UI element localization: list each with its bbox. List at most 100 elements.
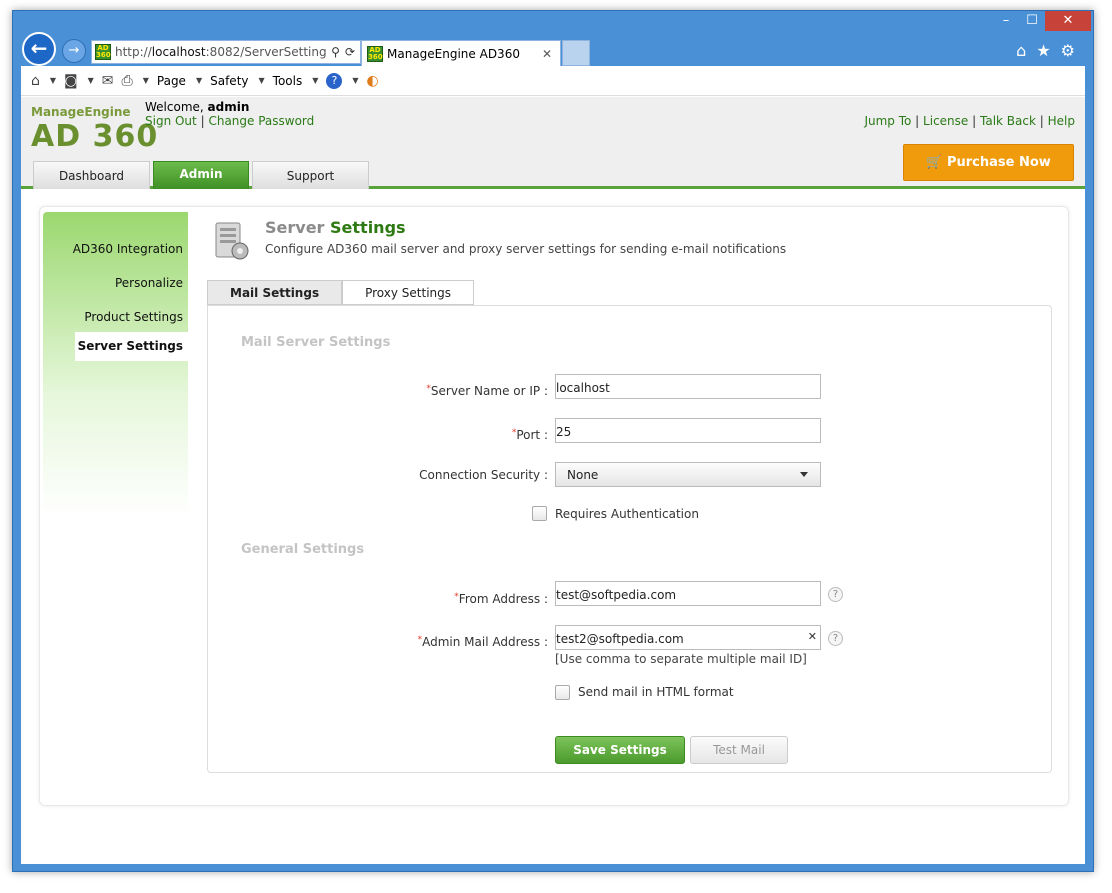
connection-security-select[interactable]: None (555, 462, 821, 487)
mail-settings-panel: Mail Server Settings *Server Name or IP … (207, 305, 1052, 773)
tab-admin[interactable]: Admin (153, 161, 249, 189)
home-dropdown-icon[interactable]: ▼ (50, 76, 56, 85)
favorites-icon[interactable]: ★ (1036, 41, 1050, 60)
home-cmd-icon[interactable]: ⌂ (31, 73, 40, 89)
connection-security-label: Connection Security : (419, 468, 548, 482)
close-window-button[interactable]: ✕ (1045, 11, 1091, 31)
feeds-dropdown-icon[interactable]: ▼ (88, 76, 94, 85)
page-menu-caret-icon: ▼ (195, 76, 203, 85)
mail-server-section-title: Mail Server Settings (241, 335, 391, 350)
server-name-label: *Server Name or IP : (248, 384, 548, 398)
help-dropdown-icon[interactable]: ▼ (352, 76, 358, 85)
from-address-label: *From Address : (248, 592, 548, 606)
admin-mail-help-icon[interactable]: ? (828, 631, 843, 646)
license-link[interactable]: License (923, 114, 968, 128)
clear-input-icon[interactable]: ✕ (808, 630, 817, 643)
sidebar: AD360 Integration Personalize Product Se… (43, 212, 188, 517)
logo-brand: ManageEngine (31, 105, 131, 119)
admin-mail-field: ✕ (555, 625, 821, 650)
settings-subtabs: Mail Settings Proxy Settings (207, 280, 474, 305)
sidebar-item-ad360-integration[interactable]: AD360 Integration (73, 242, 183, 256)
save-settings-button[interactable]: Save Settings (555, 736, 685, 764)
url-host: localhost (151, 45, 206, 59)
talk-back-link[interactable]: Talk Back (980, 114, 1036, 128)
window-controls: – ☐ ✕ (993, 11, 1091, 31)
jump-to-link[interactable]: Jump To (864, 114, 911, 128)
tab-mail-settings[interactable]: Mail Settings (207, 280, 343, 305)
chevron-down-icon (800, 472, 808, 477)
tab-favicon-icon: AD 360 (367, 45, 383, 62)
link-separator: | (972, 114, 977, 128)
purchase-label: Purchase Now (946, 155, 1051, 170)
admin-mail-label: *Admin Mail Address : (248, 635, 548, 649)
app-header: ManageEngine AD 360 Welcome, admin Sign … (21, 97, 1085, 189)
test-mail-button[interactable]: Test Mail (690, 736, 788, 764)
connection-security-value: None (567, 468, 599, 482)
page-title-part1: Server (265, 218, 325, 237)
from-address-label-text: From Address : (458, 592, 548, 606)
sidebar-item-personalize[interactable]: Personalize (115, 276, 183, 290)
username: admin (207, 100, 250, 114)
browser-tab[interactable]: AD 360 ManageEngine AD360 ✕ (361, 40, 561, 66)
port-label: *Port : (248, 428, 548, 442)
tab-dashboard[interactable]: Dashboard (33, 161, 150, 189)
site-favicon-icon: AD 360 (95, 44, 111, 60)
port-input[interactable] (555, 418, 821, 443)
sign-out-link[interactable]: Sign Out (145, 114, 197, 128)
tools-menu-caret-icon: ▼ (312, 76, 319, 85)
port-label-text: Port : (516, 428, 548, 442)
browser-right-icons: ⌂ ★ ⚙ (1016, 41, 1075, 60)
link-separator: | (1039, 114, 1044, 128)
close-tab-icon[interactable]: ✕ (542, 47, 560, 61)
sidebar-item-product-settings[interactable]: Product Settings (84, 310, 183, 324)
settings-gear-icon[interactable]: ⚙ (1061, 41, 1075, 60)
url-prefix: http:// (115, 45, 152, 59)
purchase-now-button[interactable]: 🛒 Purchase Now (903, 144, 1074, 181)
html-format-checkbox[interactable] (555, 685, 570, 700)
search-icon[interactable]: ⚲ (331, 45, 340, 59)
refresh-icon[interactable]: ⟳ (345, 45, 355, 59)
feeds-icon[interactable]: ◙ (64, 73, 78, 89)
from-address-help-icon[interactable]: ? (828, 587, 843, 602)
server-name-label-text: Server Name or IP : (430, 384, 548, 398)
back-button[interactable]: ← (22, 32, 56, 66)
link-separator: | (200, 114, 205, 128)
help-link[interactable]: Help (1048, 114, 1075, 128)
welcome-label: Welcome, (145, 100, 204, 114)
change-password-link[interactable]: Change Password (208, 114, 314, 128)
safety-menu[interactable]: Safety (210, 74, 248, 88)
main-tabs: Dashboard Admin Support (33, 161, 369, 189)
admin-mail-input[interactable] (555, 625, 821, 650)
addon-icon[interactable]: ◐ (367, 73, 379, 89)
maximize-button[interactable]: ☐ (1019, 11, 1045, 31)
general-section-title: General Settings (241, 542, 365, 557)
server-settings-icon (215, 222, 249, 260)
admin-mail-label-text: Admin Mail Address : (422, 635, 548, 649)
html-format-label: Send mail in HTML format (578, 685, 734, 699)
print-icon[interactable]: ⎙ (122, 73, 133, 89)
server-name-input[interactable] (555, 374, 821, 399)
address-url[interactable]: http://localhost:8082/ServerSettings (115, 45, 326, 59)
admin-mail-hint: [Use comma to separate multiple mail ID] (555, 652, 807, 666)
tab-support[interactable]: Support (252, 161, 369, 189)
page-title: Server Settings (265, 218, 406, 237)
forward-button[interactable]: → (62, 39, 86, 63)
mail-icon[interactable]: ✉ (102, 73, 114, 89)
tools-menu[interactable]: Tools (273, 74, 303, 88)
minimize-button[interactable]: – (993, 11, 1019, 31)
from-address-input[interactable] (555, 581, 821, 606)
cart-icon: 🛒 (926, 155, 943, 170)
tab-proxy-settings[interactable]: Proxy Settings (342, 280, 474, 305)
page-viewport: ⌂ ▼ ◙ ▼ ✉ ⎙ ▼ Page ▼ Safety ▼ Tools ▼ ? ▼ ◐ Man… (21, 66, 1085, 864)
address-bar[interactable]: AD 360 http://localhost:8082/ServerSetti… (91, 40, 361, 64)
safety-menu-caret-icon: ▼ (258, 76, 265, 85)
new-tab-button[interactable] (562, 40, 590, 66)
url-rest: :8082/ServerSettings (205, 45, 327, 59)
home-icon[interactable]: ⌂ (1016, 41, 1026, 60)
requires-authentication-checkbox[interactable] (532, 506, 547, 521)
logo-product: AD 360 (31, 119, 159, 154)
sidebar-item-server-settings[interactable]: Server Settings (75, 332, 188, 361)
help-icon[interactable]: ? (326, 72, 343, 89)
print-dropdown-icon[interactable]: ▼ (143, 76, 149, 85)
page-menu[interactable]: Page (157, 74, 186, 88)
